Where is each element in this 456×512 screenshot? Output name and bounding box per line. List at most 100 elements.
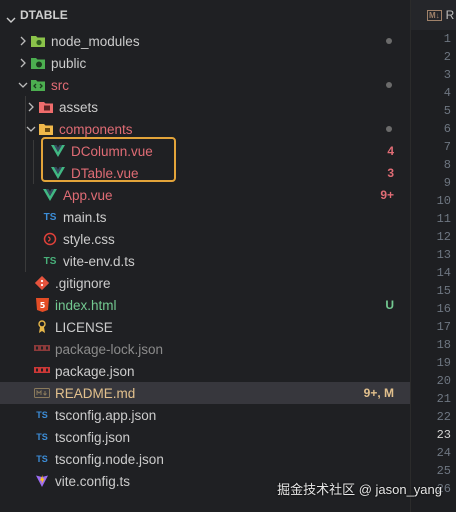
line-number: 4 — [443, 86, 451, 100]
tree-item-dcolumn-vue[interactable]: DColumn.vue 4 — [0, 140, 410, 162]
untracked-badge: U — [385, 298, 394, 312]
line-number: 24 — [436, 446, 451, 460]
tree-item-main-ts[interactable]: TS main.ts — [0, 206, 410, 228]
modified-badge: 9+, M — [363, 386, 394, 400]
tree-item-readme-md[interactable]: README.md 9+, M — [0, 382, 410, 404]
line-number: 14 — [436, 266, 451, 280]
tree-item-tsconfig-json[interactable]: TS tsconfig.json — [0, 426, 410, 448]
chevron-right-icon — [16, 34, 30, 48]
tree-item-src[interactable]: src — [0, 74, 410, 96]
line-number: 20 — [436, 374, 451, 388]
tree-item-license[interactable]: LICENSE — [0, 316, 410, 338]
problem-badge: 4 — [387, 144, 394, 158]
vue-icon — [50, 143, 66, 159]
problem-badge: 9+ — [380, 188, 394, 202]
tree-item-label: src — [51, 77, 69, 93]
tree-item-label: README.md — [55, 385, 136, 401]
assets-folder-icon — [38, 99, 54, 115]
vue-icon — [50, 165, 66, 181]
npm-icon — [34, 363, 50, 379]
vue-icon — [42, 187, 58, 203]
public-folder-icon — [30, 55, 46, 71]
css-icon — [42, 231, 58, 247]
tree-item-index-html[interactable]: 5 index.html U — [0, 294, 410, 316]
tree-item-label: tsconfig.node.json — [55, 451, 164, 467]
line-number: 7 — [443, 140, 451, 154]
tree-item-style-css[interactable]: style.css — [0, 228, 410, 250]
explorer-root-header[interactable]: DTABLE — [0, 0, 410, 30]
license-icon — [34, 319, 50, 335]
tree-item-label: package.json — [55, 363, 135, 379]
tree-item-package-json[interactable]: package.json — [0, 360, 410, 382]
tsconfig-icon: TS — [36, 410, 48, 420]
tree-item-label: node_modules — [51, 33, 140, 49]
tree-item-label: App.vue — [63, 187, 113, 203]
tree-item-components[interactable]: components — [0, 118, 410, 140]
tree-item-vite-env-dts[interactable]: TS vite-env.d.ts — [0, 250, 410, 272]
line-number: 15 — [436, 284, 451, 298]
html-icon: 5 — [34, 297, 50, 313]
npm-icon — [34, 341, 50, 357]
markdown-icon — [34, 385, 50, 401]
file-explorer: DTABLE node_modules public src assets co… — [0, 0, 410, 512]
tree-item-label: DTable.vue — [71, 165, 139, 181]
components-folder-icon — [38, 121, 54, 137]
tree-item-tsconfig-app-json[interactable]: TS tsconfig.app.json — [0, 404, 410, 426]
tree-item-label: public — [51, 55, 87, 71]
line-number: 5 — [443, 104, 451, 118]
tree-item-label: components — [59, 121, 133, 137]
line-number-gutter: 1 2 3 4 5 6 7 8 9 10 11 12 13 14 15 16 17 18 19 20 21 22 23 24 2… — [411, 30, 456, 498]
chevron-down-icon — [24, 122, 38, 136]
line-number: 1 — [443, 32, 451, 46]
chevron-right-icon — [16, 56, 30, 70]
tree-item-label: tsconfig.app.json — [55, 407, 157, 423]
tree-item-assets[interactable]: assets — [0, 96, 410, 118]
tree-item-label: index.html — [55, 297, 117, 313]
line-number: 11 — [436, 212, 451, 226]
chevron-right-icon — [24, 100, 38, 114]
problem-badge: 3 — [387, 166, 394, 180]
editor-pane: M↓ R 1 2 3 4 5 6 7 8 9 10 11 12 13 14 15 16 17 18 19 20 21 22… — [411, 0, 456, 512]
typescript-icon: TS — [43, 211, 57, 223]
line-number: 2 — [443, 50, 451, 64]
line-number: 13 — [436, 248, 451, 262]
vite-icon — [34, 473, 50, 489]
vscode-window: DTABLE node_modules public src assets co… — [0, 0, 456, 512]
tree-item-tsconfig-node-json[interactable]: TS tsconfig.node.json — [0, 448, 410, 470]
line-number: 8 — [443, 158, 451, 172]
line-number: 9 — [443, 176, 451, 190]
tree-item-label: LICENSE — [55, 319, 113, 335]
tree-item-label: tsconfig.json — [55, 429, 131, 445]
line-number: 23 — [436, 428, 451, 442]
tsconfig-icon: TS — [36, 454, 48, 464]
tree-item-public[interactable]: public — [0, 52, 410, 74]
line-number: 25 — [436, 464, 451, 478]
tree-item-label: .gitignore — [55, 275, 111, 291]
line-number: 17 — [436, 320, 451, 334]
tree-item-node-modules[interactable]: node_modules — [0, 30, 410, 52]
git-icon — [34, 275, 50, 291]
tree-item-gitignore[interactable]: .gitignore — [0, 272, 410, 294]
line-number: 6 — [443, 122, 451, 136]
line-number: 18 — [436, 338, 451, 352]
line-number: 22 — [436, 410, 451, 424]
tree-item-dtable-vue[interactable]: DTable.vue 3 — [0, 162, 410, 184]
tree-item-package-lock-json[interactable]: package-lock.json — [0, 338, 410, 360]
tree-item-label: main.ts — [63, 209, 107, 225]
line-number: 12 — [436, 230, 451, 244]
tree-item-label: vite-env.d.ts — [63, 253, 135, 269]
line-number: 16 — [436, 302, 451, 316]
src-folder-icon — [30, 77, 46, 93]
tsconfig-icon: TS — [36, 432, 48, 442]
line-number: 21 — [436, 392, 451, 406]
modified-dot — [386, 126, 392, 132]
tree-item-label: style.css — [63, 231, 115, 247]
watermark: 掘金技术社区 @ jason_yang — [277, 482, 442, 497]
editor-tab[interactable]: M↓ R — [411, 0, 456, 30]
chevron-down-icon — [4, 8, 18, 23]
svg-text:5: 5 — [39, 301, 45, 310]
tree-item-app-vue[interactable]: App.vue 9+ — [0, 184, 410, 206]
line-number: 19 — [436, 356, 451, 370]
typescript-def-icon: TS — [43, 255, 57, 267]
modified-dot — [386, 38, 392, 44]
